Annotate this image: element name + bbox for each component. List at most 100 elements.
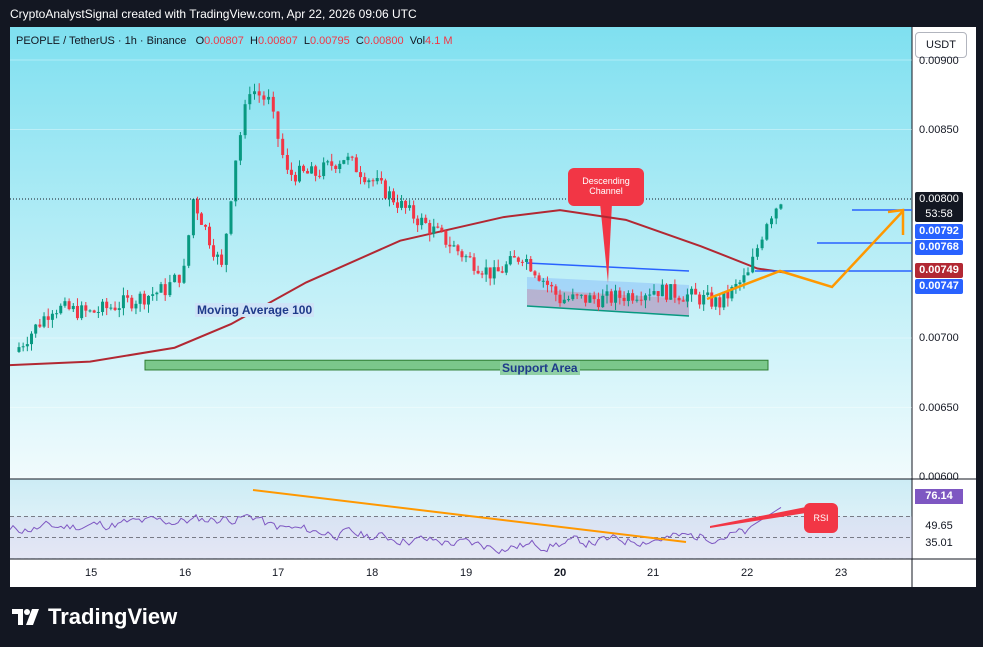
candle-body-145 — [626, 293, 630, 302]
candle-body-103 — [452, 245, 456, 247]
candle-body-28 — [134, 303, 138, 309]
candle-body-140 — [605, 291, 609, 296]
candle-body-19 — [96, 311, 100, 313]
time-tick-16: 16 — [179, 567, 192, 579]
candle-body-162 — [698, 294, 702, 305]
candle-body-91 — [404, 200, 408, 208]
candle-body-152 — [656, 291, 660, 297]
candle-body-85 — [379, 178, 383, 181]
candle-body-52 — [238, 135, 242, 161]
candle-body-51 — [234, 160, 238, 202]
candle-countdown: 53:58 — [925, 208, 953, 220]
candle-body-137 — [592, 295, 596, 300]
time-tick-15: 15 — [85, 567, 98, 579]
candle-body-54 — [248, 94, 252, 105]
price-tick-0: 0.00900 — [919, 55, 959, 67]
candle-body-139 — [601, 295, 605, 308]
time-tick-21: 21 — [647, 567, 660, 579]
candle-body-129 — [558, 294, 562, 304]
candle-body-100 — [440, 227, 444, 231]
candle-body-44 — [203, 224, 207, 227]
candle-body-14 — [75, 305, 79, 319]
candle-body-143 — [618, 290, 622, 298]
level-tag-2: 0.00749 — [915, 263, 963, 278]
candle-body-155 — [669, 284, 673, 300]
candle-body-69 — [314, 166, 318, 176]
candle-body-71 — [322, 162, 326, 177]
candle-body-81 — [363, 177, 367, 183]
high-label: H — [250, 35, 258, 47]
high-value: 0.00807 — [257, 35, 298, 47]
candle-body-96 — [424, 217, 428, 223]
candle-body-138 — [596, 299, 600, 308]
candle-body-87 — [387, 191, 391, 199]
candle-body-151 — [652, 291, 656, 295]
candle-body-163 — [702, 294, 706, 305]
candle-body-104 — [456, 245, 460, 252]
candle-body-6 — [42, 316, 46, 327]
candle-body-154 — [665, 284, 669, 300]
candle-body-159 — [685, 294, 689, 302]
candle-body-177 — [760, 239, 764, 249]
candle-body-149 — [643, 295, 647, 301]
candle-body-18 — [92, 310, 96, 313]
header-text: CryptoAnalystSignal created with Trading… — [10, 7, 417, 21]
price-tick-4: 0.00600 — [919, 471, 959, 483]
candle-body-110 — [480, 273, 484, 275]
candle-body-72 — [326, 161, 330, 163]
candle-body-153 — [660, 284, 664, 297]
candle-body-46 — [212, 245, 216, 257]
candle-body-125 — [541, 280, 545, 282]
candle-body-112 — [488, 267, 492, 279]
candle-body-176 — [755, 248, 759, 257]
candle-body-174 — [746, 272, 750, 276]
candle-body-79 — [354, 157, 358, 173]
candle-body-179 — [770, 218, 773, 225]
candle-body-55 — [253, 91, 256, 95]
chart-frame[interactable]: PEOPLE / TetherUS · 1h · Binance O0.0080… — [10, 27, 976, 587]
candle-body-47 — [216, 254, 220, 257]
candle-body-116 — [504, 264, 508, 273]
rsi-current-tag: 76.14 — [915, 489, 963, 504]
candle-body-157 — [677, 297, 681, 301]
candle-body-58 — [267, 96, 271, 100]
candle-body-169 — [726, 291, 730, 299]
candle-body-7 — [46, 316, 50, 320]
candle-body-146 — [631, 293, 635, 301]
candle-body-131 — [567, 299, 571, 301]
tradingview-logo[interactable]: TradingView — [12, 604, 177, 630]
candle-body-122 — [529, 258, 533, 272]
candle-body-63 — [289, 169, 293, 175]
support-area-box — [144, 359, 769, 371]
candle-body-16 — [84, 305, 88, 311]
candle-body-74 — [334, 165, 338, 169]
candle-body-150 — [648, 294, 652, 296]
candle-body-57 — [262, 95, 266, 100]
candle-body-23 — [113, 307, 117, 310]
candle-body-141 — [609, 291, 613, 303]
candle-body-50 — [229, 201, 233, 234]
descending-channel-callout: Descending Channel — [568, 168, 644, 206]
current-price-value: 0.00800 — [919, 193, 959, 205]
candle-body-167 — [718, 297, 722, 308]
current-price-tag: 0.00800 53:58 — [915, 192, 963, 222]
symbol-name[interactable]: PEOPLE / TetherUS · 1h · Binance — [16, 35, 186, 47]
candle-body-181 — [779, 204, 783, 209]
close-value: 0.00800 — [363, 35, 404, 47]
candle-body-49 — [224, 233, 228, 265]
candle-body-26 — [126, 295, 130, 298]
candle-body-66 — [302, 165, 306, 172]
candle-body-88 — [391, 191, 395, 203]
candle-body-59 — [271, 96, 275, 112]
candle-body-92 — [408, 205, 412, 208]
candle-body-165 — [710, 292, 714, 307]
candle-body-35 — [163, 284, 167, 296]
low-value: 0.00795 — [309, 35, 350, 47]
candle-body-180 — [774, 208, 778, 219]
candle-body-5 — [38, 324, 42, 327]
candle-body-144 — [622, 297, 626, 302]
candle-body-80 — [359, 172, 363, 178]
candle-body-172 — [738, 282, 742, 284]
candle-body-2 — [25, 344, 29, 347]
candle-body-166 — [714, 297, 718, 307]
